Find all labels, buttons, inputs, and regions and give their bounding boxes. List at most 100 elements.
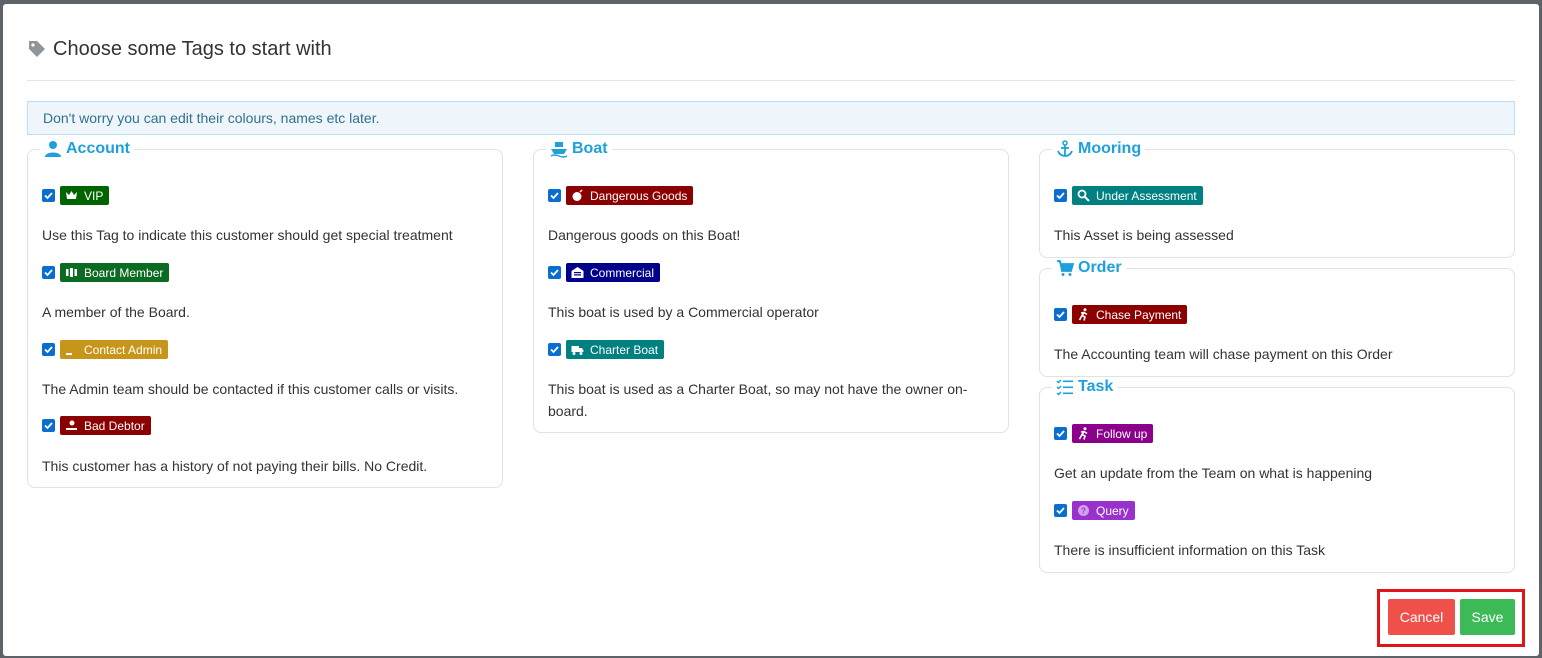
tag-row-commercial[interactable]: Commercial — [548, 263, 661, 282]
mooring-group: Mooring Under Assessment This Asset is b… — [1039, 140, 1515, 258]
check-icon — [550, 346, 559, 354]
checkbox[interactable] — [1054, 308, 1067, 321]
hand-coin-icon — [66, 420, 77, 430]
tag-description: This customer has a history of not payin… — [42, 458, 428, 474]
tag-badge-vip: VIP — [60, 186, 110, 205]
tag-label: Dangerous Goods — [590, 188, 688, 203]
account-legend: Account — [40, 140, 134, 158]
tag-description: This Asset is being assessed — [1054, 227, 1234, 243]
checkbox[interactable] — [548, 189, 561, 202]
check-icon — [44, 192, 53, 200]
check-icon — [550, 192, 559, 200]
tag-row-charter-boat[interactable]: Charter Boat — [548, 340, 665, 359]
search-icon — [1077, 189, 1090, 202]
checkbox[interactable] — [1054, 427, 1067, 440]
tag-badge-charter-boat: Charter Boat — [566, 340, 665, 359]
tag-label: Charter Boat — [590, 342, 659, 357]
tag-description: The Admin team should be contacted if th… — [42, 381, 459, 397]
tag-description: A member of the Board. — [42, 304, 190, 320]
check-icon — [1056, 430, 1065, 438]
tag-label: Chase Payment — [1096, 307, 1182, 322]
truck-icon — [571, 346, 584, 355]
tag-row-vip[interactable]: VIP — [42, 186, 110, 205]
info-text: Don't worry you can edit their colours, … — [43, 110, 380, 126]
ship-icon — [550, 142, 568, 158]
tag-row-contact-admin[interactable]: Contact Admin — [42, 340, 169, 359]
tag-row-dangerous-goods[interactable]: Dangerous Goods — [548, 186, 694, 205]
crown-icon — [66, 191, 77, 199]
check-icon — [1056, 311, 1065, 319]
checkbox[interactable] — [42, 189, 55, 202]
tag-description: Dangerous goods on this Boat! — [548, 227, 741, 243]
tag-description: This boat is used by a Commercial operat… — [548, 304, 819, 320]
tag-badge-follow-up: Follow up — [1072, 424, 1154, 443]
tag-row-query[interactable]: ? Query — [1054, 501, 1135, 520]
tag-description: Use this Tag to indicate this customer s… — [42, 227, 453, 243]
tag-description: This boat is used as a Charter Boat, so … — [548, 381, 968, 419]
running-icon — [1078, 427, 1088, 440]
dialog-title: Choose some Tags to start with — [53, 37, 332, 60]
tag-icon — [29, 41, 45, 57]
account-group: Account VIP Use this Tag to indicate thi… — [27, 140, 503, 488]
warehouse-icon — [571, 267, 584, 278]
order-group: Order Chase Payment The Accounting team … — [1039, 259, 1515, 377]
question-circle-icon: ? — [1078, 505, 1089, 516]
tag-badge-chase-payment: Chase Payment — [1072, 305, 1188, 324]
checkbox[interactable] — [1054, 504, 1067, 517]
task-legend: Task — [1052, 378, 1117, 396]
tag-row-board-member[interactable]: Board Member — [42, 263, 170, 282]
boat-title: Boat — [572, 140, 608, 157]
tag-badge-bad-debtor: Bad Debtor — [60, 416, 151, 435]
checkbox[interactable] — [548, 266, 561, 279]
save-button[interactable]: Save — [1460, 599, 1515, 635]
task-list-icon — [1056, 379, 1073, 396]
boat-group: Boat Dangerous Goods Dangerous goods on … — [533, 140, 1009, 433]
header-divider — [27, 80, 1515, 81]
tag-label: Follow up — [1096, 426, 1148, 441]
phone-icon — [66, 353, 72, 355]
tag-description: There is insufficient information on thi… — [1054, 542, 1326, 558]
tag-label: Query — [1096, 503, 1129, 518]
bomb-icon — [572, 189, 583, 201]
order-title: Order — [1078, 259, 1122, 276]
checkbox[interactable] — [42, 419, 55, 432]
running-icon — [1078, 308, 1088, 321]
account-title: Account — [66, 140, 130, 157]
tag-row-chase-payment[interactable]: Chase Payment — [1054, 305, 1188, 324]
tag-badge-commercial: Commercial — [566, 263, 661, 282]
users-icon — [66, 268, 77, 277]
tag-label: Contact Admin — [84, 342, 163, 357]
checkbox[interactable] — [42, 266, 55, 279]
check-icon — [1056, 507, 1065, 515]
checkbox[interactable] — [548, 343, 561, 356]
tag-badge-under-assessment: Under Assessment — [1072, 186, 1203, 205]
tag-row-under-assessment[interactable]: Under Assessment — [1054, 186, 1203, 205]
info-banner: Don't worry you can edit their colours, … — [27, 101, 1515, 135]
anchor-icon — [1057, 140, 1073, 157]
check-icon — [1056, 192, 1065, 200]
mooring-legend: Mooring — [1052, 140, 1145, 158]
tag-label: Commercial — [590, 265, 655, 280]
check-icon — [44, 269, 53, 277]
cart-icon — [1057, 260, 1074, 276]
tag-badge-query: ? Query — [1072, 501, 1135, 520]
task-title: Task — [1078, 378, 1114, 395]
checkbox[interactable] — [1054, 189, 1067, 202]
user-icon — [45, 141, 61, 157]
check-icon — [44, 346, 53, 354]
tag-description: The Accounting team will chase payment o… — [1054, 346, 1393, 362]
checkbox[interactable] — [42, 343, 55, 356]
tag-label: VIP — [84, 188, 104, 203]
dialog-header: Choose some Tags to start with — [27, 34, 332, 64]
check-icon — [44, 422, 53, 430]
cancel-button[interactable]: Cancel — [1388, 599, 1455, 635]
order-legend: Order — [1052, 259, 1126, 277]
tag-row-follow-up[interactable]: Follow up — [1054, 424, 1154, 443]
tag-badge-contact-admin: Contact Admin — [60, 340, 169, 359]
boat-legend: Boat — [546, 140, 612, 158]
tag-row-bad-debtor[interactable]: Bad Debtor — [42, 416, 151, 435]
check-icon — [550, 269, 559, 277]
tag-description: Get an update from the Team on what is h… — [1054, 465, 1373, 481]
tag-label: Under Assessment — [1096, 188, 1197, 203]
tag-label: Board Member — [84, 265, 164, 280]
